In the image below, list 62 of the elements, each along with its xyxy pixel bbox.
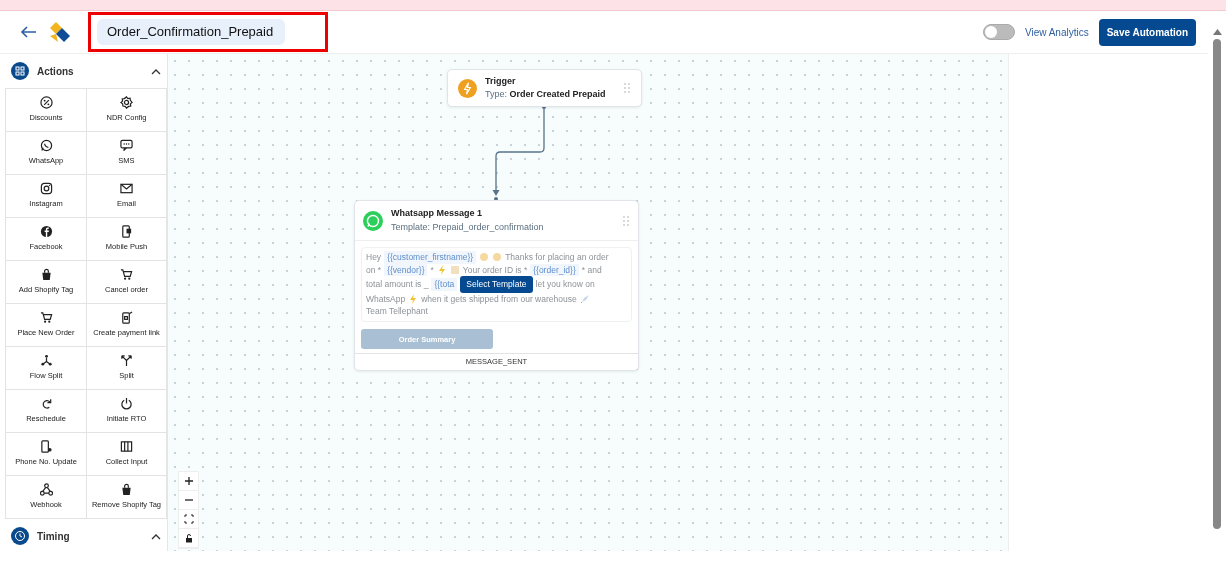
camera-icon — [39, 182, 53, 196]
phone-icon — [120, 225, 133, 239]
grid-icon — [11, 62, 29, 80]
logo-icon — [48, 20, 72, 44]
power-icon — [120, 397, 133, 411]
message-text: * — [430, 263, 434, 276]
node-title: Whatsapp Message 1 — [391, 207, 484, 220]
back-icon[interactable] — [20, 25, 38, 39]
shopping-bag-icon — [120, 483, 133, 497]
message-text: Your order ID is * — [462, 263, 528, 276]
webhook-icon — [39, 483, 53, 497]
node-subtitle: Type: Order Created Prepaid — [485, 88, 607, 101]
fit-view-icon — [183, 514, 194, 524]
columns-icon — [120, 440, 133, 454]
cart-icon — [39, 311, 53, 325]
message-text: Thanks for placing an order — [505, 251, 609, 264]
lightning-icon — [408, 293, 419, 304]
branch-icon — [39, 354, 53, 368]
variable-chip: {{customer_firstname}} — [384, 251, 477, 264]
lock-icon — [183, 533, 194, 543]
name-field[interactable]: Order_Confirmation_Prepaid — [97, 19, 285, 45]
node-title: Trigger — [485, 74, 517, 88]
message-text: let you know on — [535, 278, 595, 291]
clock-icon — [11, 527, 29, 545]
toggle-label: View Analytics — [1024, 25, 1089, 40]
facebook-icon — [39, 225, 53, 239]
message-text: * and — [581, 263, 602, 276]
phone-icon — [39, 440, 53, 454]
percent-icon — [39, 96, 53, 110]
chat-icon — [120, 139, 133, 153]
message-text: when it gets shipped from our warehouse — [421, 292, 577, 305]
save-button[interactable]: Save Automation — [1098, 18, 1196, 46]
lightning-icon — [458, 78, 477, 98]
drag-handle-icon[interactable] — [623, 82, 631, 94]
message-text: Hey — [366, 251, 382, 264]
chevron-icon[interactable] — [151, 67, 161, 75]
whatsapp-icon — [363, 210, 383, 231]
toggle-switch[interactable] — [982, 24, 1015, 40]
split-icon — [120, 354, 133, 368]
message-node[interactable] — [354, 200, 639, 372]
scroll-up-icon[interactable] — [1212, 29, 1222, 35]
message-text: on * — [366, 263, 382, 276]
phone-icon — [120, 311, 133, 325]
section-title: Timing — [37, 529, 71, 544]
variable-chip: {{order_id}} — [530, 263, 579, 276]
cart-icon — [120, 268, 133, 282]
zoom-in-icon — [183, 476, 194, 486]
scrollbar-thumb[interactable] — [1213, 39, 1221, 529]
message-text: WhatsApp — [366, 292, 406, 305]
node-subtitle: Template: Prepaid_order_confirmation — [391, 220, 545, 234]
trigger-node[interactable]: Trigger Type: Order Created Prepaid — [447, 69, 642, 107]
message-text: total amount is _ — [366, 278, 429, 291]
gear-icon — [120, 96, 133, 110]
message-text: Team Tellephant — [366, 305, 428, 318]
drag-handle-icon[interactable] — [622, 214, 630, 227]
mail-icon — [120, 182, 133, 196]
select-template-button[interactable]: Select Template — [460, 276, 533, 293]
chevron-icon[interactable] — [151, 532, 161, 540]
variable-chip: {{tota — [431, 278, 458, 291]
section-title: Actions — [37, 64, 75, 79]
shopping-bag-icon — [39, 268, 53, 282]
whatsapp-icon — [39, 139, 53, 153]
